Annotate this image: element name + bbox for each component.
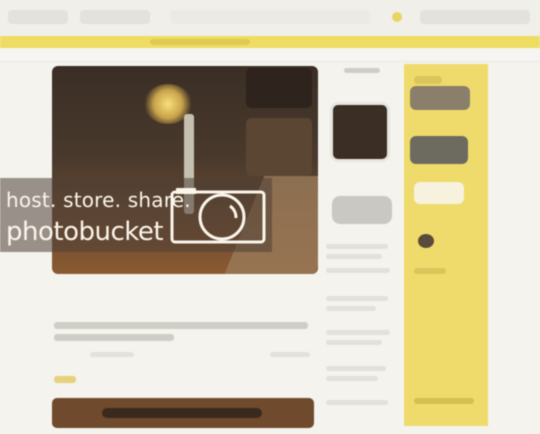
side-text-line <box>326 376 378 381</box>
sidebar-heading <box>414 76 442 84</box>
side-text-line <box>326 330 390 335</box>
article-meta-right <box>270 352 310 357</box>
sidebar-avatar[interactable] <box>418 234 434 248</box>
side-text-line <box>326 306 376 311</box>
article-tag[interactable] <box>54 376 76 383</box>
bottom-banner[interactable] <box>52 398 314 428</box>
article-title-line2[interactable] <box>54 334 174 341</box>
nav-links[interactable] <box>150 39 250 45</box>
browser-toolbar <box>0 0 540 36</box>
yellow-sidebar <box>404 64 488 426</box>
sidebar-footer-text <box>414 398 474 404</box>
sidebar-text <box>414 268 446 274</box>
sidebar-item-1[interactable] <box>410 86 470 110</box>
side-text-line <box>326 254 382 259</box>
side-text-line <box>326 340 382 345</box>
bottom-banner-bar <box>102 408 262 418</box>
article-meta <box>90 352 134 357</box>
address-bar[interactable] <box>170 10 370 24</box>
side-thumbnail[interactable] <box>330 102 390 162</box>
camera-icon <box>170 188 266 244</box>
sidebar-item-2[interactable] <box>410 136 468 164</box>
side-text-line <box>326 244 388 249</box>
thumbnail-2[interactable] <box>246 118 312 176</box>
side-text-line <box>326 296 388 301</box>
toolbar-buttons[interactable] <box>8 10 68 24</box>
side-text-line <box>326 366 386 371</box>
site-nav-strip <box>0 36 540 48</box>
side-text-line <box>326 400 388 405</box>
watermark-brand: photobucket <box>6 217 164 247</box>
bookmark-star-icon[interactable] <box>392 12 402 22</box>
side-text-line <box>326 268 390 273</box>
section-heading <box>344 68 380 73</box>
subnav-bar <box>0 48 540 62</box>
toolbar-tab[interactable] <box>80 10 150 24</box>
side-button[interactable] <box>332 196 392 224</box>
article-title[interactable] <box>54 322 308 329</box>
thumbnail-1[interactable] <box>246 68 312 108</box>
toolbar-right-controls[interactable] <box>420 10 530 24</box>
watermark-tagline: host. store. share. <box>6 188 191 212</box>
sidebar-item-3[interactable] <box>414 182 464 204</box>
